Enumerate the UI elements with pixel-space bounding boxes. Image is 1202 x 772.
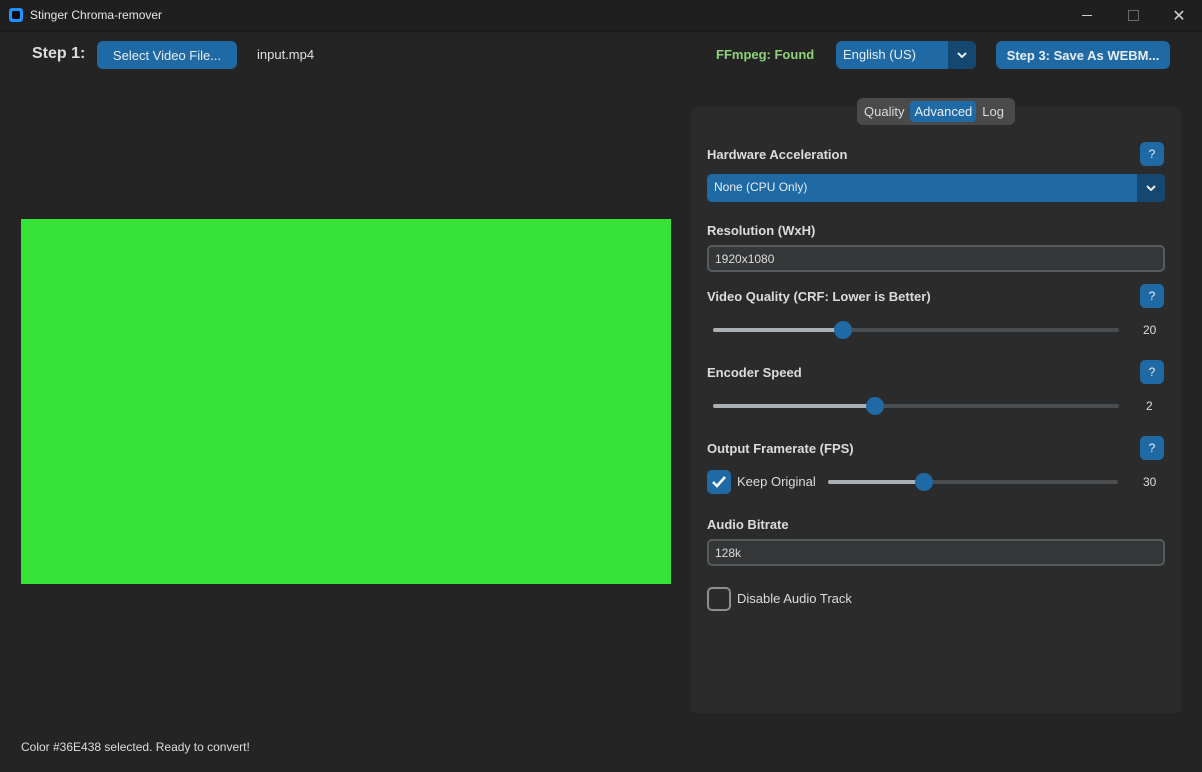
encoder-speed-slider-fill [713,404,876,408]
resolution-label: Resolution (WxH) [707,223,816,238]
crf-value: 20 [1143,323,1157,337]
encoder-speed-label: Encoder Speed [707,365,802,380]
encoder-speed-value: 2 [1146,399,1153,413]
video-preview[interactable] [21,219,671,584]
tab-log[interactable]: Log [978,101,1008,122]
tab-advanced[interactable]: Advanced [910,101,977,122]
step1-label: Step 1: [32,45,86,62]
checkmark-icon [712,476,726,488]
hw-accel-value: None (CPU Only) [714,180,808,194]
disable-audio-label: Disable Audio Track [737,591,852,606]
framerate-help-button[interactable]: ? [1140,436,1164,460]
framerate-value: 30 [1143,475,1157,489]
maximize-button[interactable] [1110,0,1156,31]
hw-accel-help-button[interactable]: ? [1140,142,1164,166]
framerate-slider-handle[interactable] [914,473,933,491]
resolution-input[interactable]: 1920x1080 [707,245,1165,272]
language-value: English (US) [843,47,916,62]
disable-audio-checkbox[interactable] [707,587,731,611]
crf-slider-handle[interactable] [833,321,852,339]
close-button[interactable]: ✕ [1156,0,1202,31]
encoder-speed-slider[interactable] [713,397,1119,415]
framerate-slider-fill [828,480,924,484]
crf-slider[interactable] [713,321,1119,339]
crf-slider-fill [713,328,843,332]
audio-bitrate-label: Audio Bitrate [707,517,789,532]
select-video-button[interactable]: Select Video File... [97,41,237,69]
tab-quality[interactable]: Quality [860,101,908,122]
language-select[interactable]: English (US) [836,41,976,69]
chevron-down-icon[interactable] [1137,174,1165,202]
app-icon [9,8,23,22]
framerate-slider[interactable] [828,473,1118,491]
title-bar: Stinger Chroma-remover ✕ [0,0,1202,32]
maximize-icon [1127,10,1139,21]
audio-bitrate-input[interactable]: 128k [707,539,1165,566]
minimize-icon [1082,15,1092,16]
encoder-speed-help-button[interactable]: ? [1140,360,1164,384]
file-name: input.mp4 [257,47,315,62]
crf-label: Video Quality (CRF: Lower is Better) [707,289,931,304]
keep-original-label: Keep Original [737,474,816,489]
ffmpeg-status: FFmpeg: Found [716,47,815,62]
framerate-label: Output Framerate (FPS) [707,441,854,456]
window-title: Stinger Chroma-remover [30,8,163,22]
status-text: Color #36E438 selected. Ready to convert… [21,740,250,754]
crf-help-button[interactable]: ? [1140,284,1164,308]
minimize-button[interactable] [1064,0,1110,31]
hw-accel-select[interactable]: None (CPU Only) [707,174,1165,202]
keep-original-checkbox[interactable] [707,470,731,494]
hw-accel-label: Hardware Acceleration [707,147,848,162]
chevron-down-icon[interactable] [948,41,976,69]
tab-bar: Quality Advanced Log [857,98,1015,125]
save-webm-button[interactable]: Step 3: Save As WEBM... [996,41,1170,69]
